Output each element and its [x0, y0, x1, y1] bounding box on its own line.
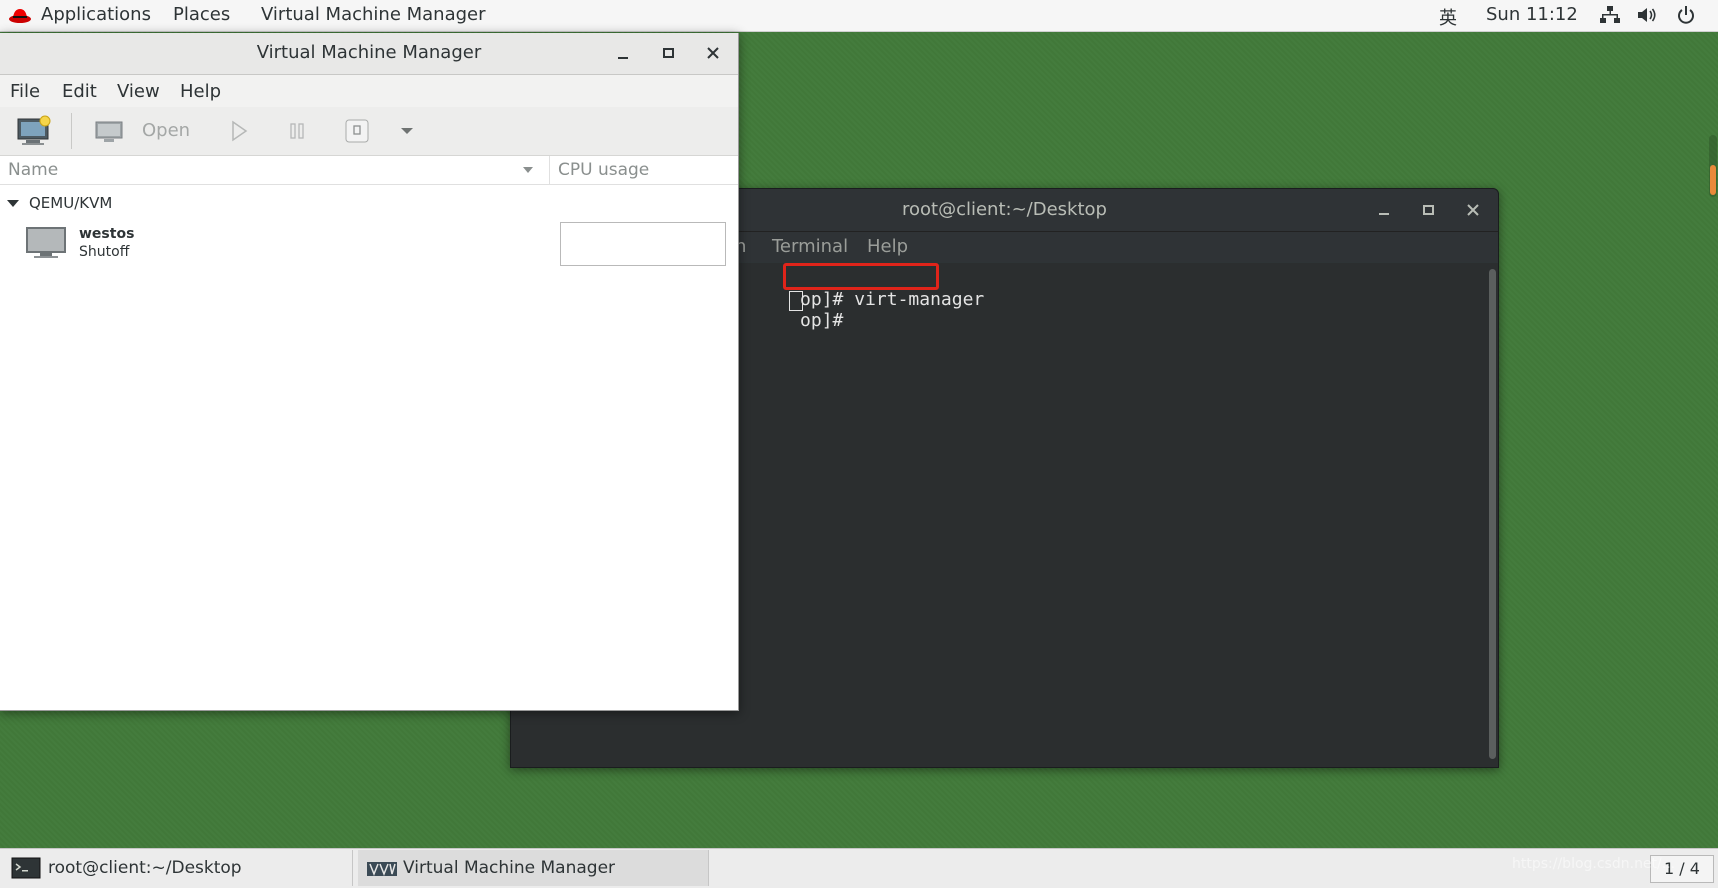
applications-menu[interactable]: Applications	[41, 4, 151, 25]
places-menu[interactable]: Places	[173, 4, 230, 25]
vmm-close-button[interactable]	[701, 41, 725, 65]
pause-button[interactable]	[283, 117, 313, 145]
terminal-cursor	[789, 291, 803, 311]
clock[interactable]: Sun 11:12	[1486, 4, 1578, 25]
vmm-minimize-button[interactable]	[611, 41, 635, 65]
terminal-menu-help[interactable]: Help	[867, 236, 908, 257]
vmm-maximize-button[interactable]	[656, 41, 680, 65]
vmm-app-icon	[367, 862, 397, 877]
terminal-close-button[interactable]	[1461, 198, 1485, 222]
taskbar-item-vmm[interactable]: Virtual Machine Manager	[358, 850, 709, 886]
monitor-icon	[95, 121, 123, 142]
command-text: virt-manager	[854, 289, 985, 310]
minimize-icon	[618, 57, 628, 59]
open-button-label: Open	[142, 120, 191, 141]
terminal-scrollbar[interactable]	[1486, 263, 1498, 767]
toolbar-separator	[71, 113, 72, 149]
shutdown-options-dropdown[interactable]	[395, 117, 419, 145]
maximize-icon	[1423, 205, 1434, 215]
terminal-maximize-button[interactable]	[1416, 198, 1440, 222]
terminal-icon	[11, 857, 41, 879]
connection-label: QEMU/KVM	[29, 194, 113, 212]
column-cpu-usage[interactable]: CPU usage	[558, 160, 649, 180]
menu-edit[interactable]: Edit	[62, 81, 97, 102]
power-icon[interactable]	[1675, 4, 1697, 26]
vm-monitor-icon	[26, 227, 66, 258]
close-icon	[1467, 204, 1479, 216]
prompt: op]#	[800, 310, 855, 331]
vmm-menubar: File Edit View Help	[0, 75, 738, 107]
new-vm-button[interactable]	[12, 113, 56, 149]
input-method-indicator[interactable]: 英	[1439, 4, 1457, 30]
connection-row[interactable]: QEMU/KVM	[0, 191, 738, 215]
menu-help[interactable]: Help	[180, 81, 221, 102]
network-icon[interactable]	[1599, 4, 1621, 26]
vmm-window[interactable]: Virtual Machine Manager File Edit View H…	[0, 33, 739, 711]
vm-row[interactable]: westos Shutoff	[0, 221, 738, 266]
shutdown-icon	[345, 119, 369, 143]
column-separator	[549, 156, 550, 184]
new-vm-icon	[17, 115, 51, 145]
volume-icon[interactable]	[1636, 4, 1658, 26]
terminal-menu-terminal[interactable]: Terminal	[772, 236, 848, 257]
active-app-menu[interactable]: Virtual Machine Manager	[261, 4, 486, 25]
taskbar-item-label: Virtual Machine Manager	[403, 858, 616, 878]
pause-icon	[290, 123, 304, 139]
vm-list[interactable]: QEMU/KVM westos Shutoff	[0, 185, 738, 710]
desktop-scroll-indicator	[1709, 135, 1717, 197]
shutdown-button[interactable]	[342, 117, 372, 145]
vmm-toolbar: Open	[0, 107, 738, 156]
close-icon	[707, 47, 719, 59]
vmm-titlebar[interactable]: Virtual Machine Manager	[0, 33, 738, 75]
cpu-usage-graph	[560, 222, 726, 266]
taskbar-item-label: root@client:~/Desktop	[48, 858, 242, 878]
bottom-taskbar: root@client:~/Desktop Virtual Machine Ma…	[0, 848, 1718, 888]
minimize-icon	[1379, 213, 1389, 215]
highlight-box	[783, 263, 939, 290]
terminal-minimize-button[interactable]	[1372, 198, 1396, 222]
run-button[interactable]	[224, 117, 254, 145]
vm-status: Shutoff	[79, 244, 130, 260]
watermark: https://blog.csdn.net/...	[1512, 856, 1676, 872]
top-panel: Applications Places Virtual Machine Mana…	[0, 0, 1718, 32]
vm-name: westos	[79, 226, 135, 242]
open-button[interactable]: Open	[88, 113, 196, 149]
vm-list-header: Name CPU usage	[0, 156, 738, 185]
maximize-icon	[663, 48, 674, 58]
taskbar-item-terminal[interactable]: root@client:~/Desktop	[0, 850, 353, 886]
sort-chevron-down-icon[interactable]	[521, 164, 535, 176]
redhat-logo-icon	[9, 9, 31, 23]
play-icon	[232, 120, 248, 142]
menu-view[interactable]: View	[117, 81, 160, 102]
menu-file[interactable]: File	[10, 81, 40, 102]
expander-chevron-down-icon[interactable]	[6, 198, 20, 210]
chevron-down-icon	[401, 128, 413, 134]
column-name[interactable]: Name	[8, 160, 58, 180]
